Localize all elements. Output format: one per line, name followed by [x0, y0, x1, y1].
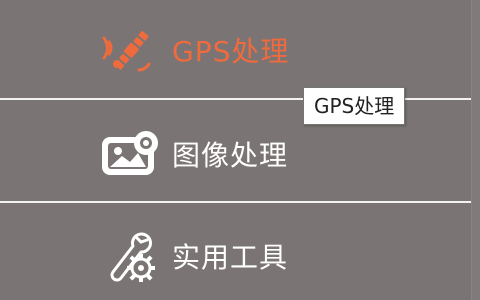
- menu-item-label: 实用工具: [172, 241, 289, 274]
- image-icon: [100, 128, 162, 180]
- tools-icon: [100, 230, 162, 282]
- scrollbar[interactable]: [471, 0, 480, 300]
- divider: [0, 201, 472, 203]
- satellite-icon: [100, 24, 162, 76]
- menu-item-label: GPS处理: [172, 35, 290, 68]
- menu-item-gps[interactable]: GPS处理: [0, 22, 472, 78]
- menu-item-utilities[interactable]: 实用工具: [0, 226, 472, 286]
- menu-item-image-processing[interactable]: 图像处理: [0, 126, 472, 182]
- tool-menu-panel: GPS处理 图像处理 实用工具 GPS处理: [0, 0, 472, 300]
- tooltip: GPS处理: [303, 87, 406, 125]
- menu-item-label: 图像处理: [172, 139, 289, 172]
